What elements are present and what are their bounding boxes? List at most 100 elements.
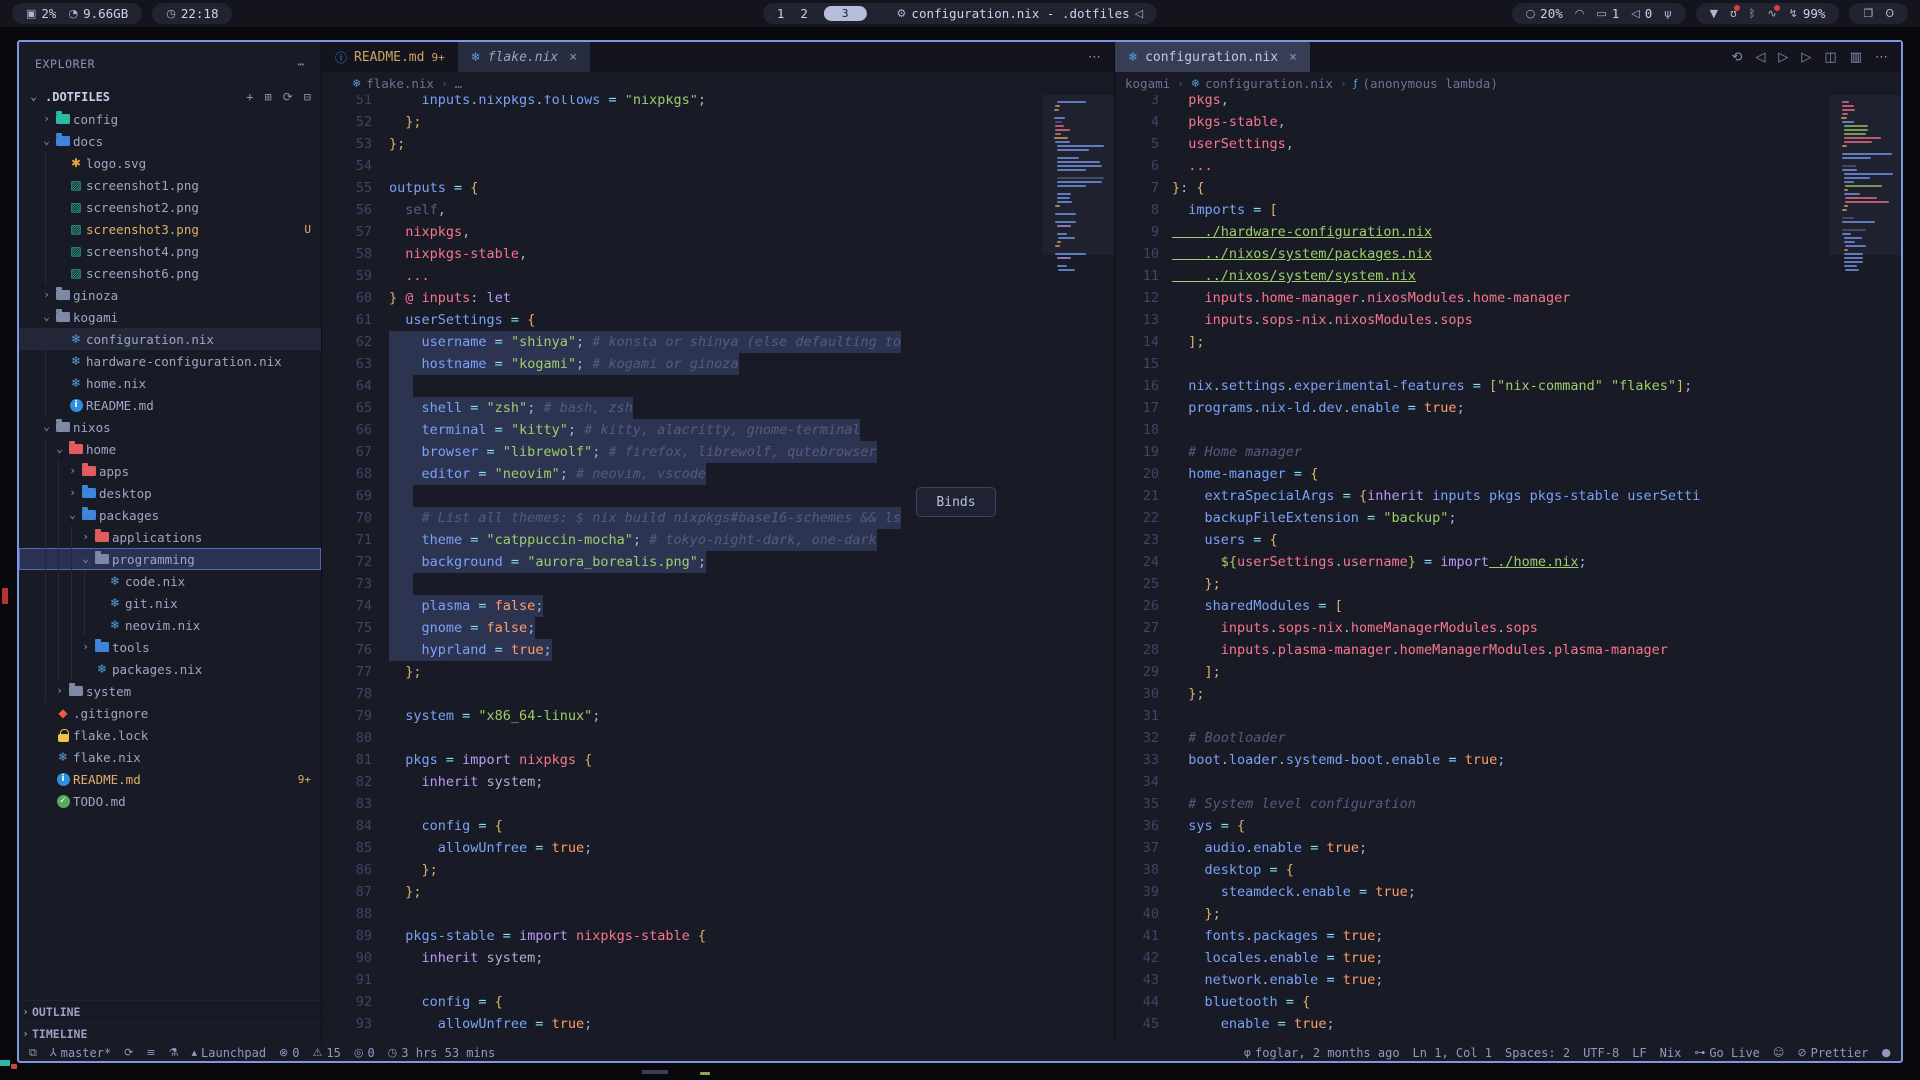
tree-item-README.md[interactable]: iREADME.md9+ bbox=[19, 768, 321, 790]
calendar-icon[interactable]: ◷ bbox=[166, 7, 176, 20]
tree-item-home.nix[interactable]: ❄home.nix bbox=[19, 372, 321, 394]
workspace-1[interactable]: 1 bbox=[777, 6, 785, 21]
workspace-2[interactable]: 2 bbox=[800, 6, 808, 21]
more-actions-icon[interactable]: ⋯ bbox=[1088, 50, 1101, 65]
status-bell-icon[interactable]: ● bbox=[1881, 1046, 1891, 1059]
power-icon[interactable]: ʘ bbox=[1885, 7, 1894, 20]
status-nix[interactable]: Nix bbox=[1660, 1046, 1682, 1060]
status-sync-icon[interactable]: ⟳ bbox=[124, 1046, 133, 1059]
status-beaker-icon[interactable]: ⚗ bbox=[169, 1046, 179, 1059]
status-lf[interactable]: LF bbox=[1632, 1046, 1646, 1060]
code-editor[interactable]: 51 inputs.nixpkgs.follows = "nixpkgs";52… bbox=[322, 95, 1114, 1044]
breadcrumb-item[interactable]: kogami bbox=[1125, 76, 1170, 91]
status-launchpad[interactable]: ▴Launchpad bbox=[191, 1046, 266, 1060]
mic-icon[interactable]: ψ bbox=[1664, 7, 1671, 20]
refresh-icon[interactable]: ⟳ bbox=[283, 90, 293, 104]
tree-item-screenshot6.png[interactable]: ▨screenshot6.png bbox=[19, 262, 321, 284]
prev-change-icon[interactable]: ◁ bbox=[1755, 50, 1765, 65]
power-plug-icon[interactable]: ↯ bbox=[1789, 7, 1798, 20]
layout-icon[interactable]: ▥ bbox=[1850, 50, 1862, 65]
history-icon[interactable]: ⟲ bbox=[1732, 50, 1743, 65]
tree-item-screenshot3.png[interactable]: ▨screenshot3.pngU bbox=[19, 218, 321, 240]
send-icon[interactable]: ◁ bbox=[1135, 7, 1143, 20]
tree-item-logo.svg[interactable]: ✱logo.svg bbox=[19, 152, 321, 174]
more-actions-icon[interactable]: ⋯ bbox=[1875, 50, 1888, 65]
status-master-[interactable]: ⅄master* bbox=[50, 1046, 111, 1060]
next-change-icon[interactable]: ▷ bbox=[1778, 50, 1788, 65]
tree-item-configuration.nix[interactable]: ❄configuration.nix bbox=[19, 328, 321, 350]
status-go-live[interactable]: ⊶Go Live bbox=[1694, 1046, 1760, 1060]
code-editor[interactable]: 3 pkgs,4 pkgs-stable,5 userSettings,6 ..… bbox=[1115, 95, 1901, 1044]
tree-item-config[interactable]: ›config bbox=[19, 108, 321, 130]
cpu-icon[interactable]: ▣ bbox=[26, 7, 36, 20]
brightness-icon[interactable]: ○ bbox=[1526, 7, 1536, 20]
bluetooth-icon[interactable]: ᛒ bbox=[1749, 7, 1756, 20]
wifi-icon[interactable]: ◠ bbox=[1575, 7, 1585, 20]
breadcrumb-item[interactable]: ƒ(anonymous lambda) bbox=[1354, 76, 1498, 91]
tree-item-system[interactable]: ›system bbox=[19, 680, 321, 702]
status-spaces-2[interactable]: Spaces: 2 bbox=[1505, 1046, 1570, 1060]
new-file-icon[interactable]: + bbox=[246, 90, 253, 104]
tree-item-screenshot2.png[interactable]: ▨screenshot2.png bbox=[19, 196, 321, 218]
status-list-tree-icon[interactable]: ≡ bbox=[146, 1046, 155, 1059]
minimap-slider[interactable] bbox=[1042, 95, 1114, 255]
breadcrumb-item[interactable]: ❄flake.nix bbox=[352, 76, 434, 91]
memory-icon[interactable]: ◔ bbox=[68, 7, 78, 20]
outline-section[interactable]: › OUTLINE bbox=[19, 1000, 321, 1022]
tree-item-packages[interactable]: ⌄packages bbox=[19, 504, 321, 526]
tree-item-apps[interactable]: ›apps bbox=[19, 460, 321, 482]
status-foglar-2-months-ago[interactable]: φfoglar, 2 months ago bbox=[1244, 1046, 1400, 1060]
explorer-more-icon[interactable]: ⋯ bbox=[297, 57, 305, 71]
new-folder-icon[interactable]: ⊞ bbox=[264, 90, 271, 104]
tab-configuration.nix[interactable]: ❄configuration.nix× bbox=[1115, 42, 1310, 72]
tree-item-tools[interactable]: ›tools bbox=[19, 636, 321, 658]
clipboard-icon[interactable]: ❐ bbox=[1863, 7, 1873, 20]
minimap-slider[interactable] bbox=[1829, 95, 1901, 255]
tree-item-flake.lock[interactable]: flake.lock bbox=[19, 724, 321, 746]
tree-item-applications[interactable]: ›applications bbox=[19, 526, 321, 548]
tree-item-ginoza[interactable]: ›ginoza bbox=[19, 284, 321, 306]
volume-muted-icon[interactable]: ◁ bbox=[1631, 7, 1639, 20]
breadcrumb-item[interactable]: … bbox=[455, 76, 463, 91]
tree-item-programming[interactable]: ⌄programming bbox=[19, 548, 321, 570]
tree-item-neovim.nix[interactable]: ❄neovim.nix bbox=[19, 614, 321, 636]
status-0[interactable]: ⊗0 bbox=[279, 1046, 299, 1060]
vpn-icon[interactable]: ▼ bbox=[1710, 7, 1718, 20]
tree-item-hardware-configuration.nix[interactable]: ❄hardware-configuration.nix bbox=[19, 350, 321, 372]
minimap[interactable] bbox=[1829, 95, 1901, 1044]
tree-item-packages.nix[interactable]: ❄packages.nix bbox=[19, 658, 321, 680]
split-editor-icon[interactable]: ◫ bbox=[1824, 50, 1836, 65]
status-feedback-icon[interactable]: ☺ bbox=[1773, 1046, 1784, 1059]
tree-item-kogami[interactable]: ⌄kogami bbox=[19, 306, 321, 328]
tab-README.md[interactable]: ⓘREADME.md9+ bbox=[322, 42, 458, 72]
breadcrumb[interactable]: ❄flake.nix›… bbox=[322, 72, 1114, 95]
run-icon[interactable]: ▷ bbox=[1801, 50, 1811, 65]
tree-item-screenshot1.png[interactable]: ▨screenshot1.png bbox=[19, 174, 321, 196]
tree-item-docs[interactable]: ⌄docs bbox=[19, 130, 321, 152]
collapse-all-icon[interactable]: ⊟ bbox=[304, 90, 311, 104]
status-15[interactable]: ⚠15 bbox=[313, 1046, 341, 1060]
tree-item-.gitignore[interactable]: ◆.gitignore bbox=[19, 702, 321, 724]
tree-item-nixos[interactable]: ⌄nixos bbox=[19, 416, 321, 438]
status-utf-8[interactable]: UTF-8 bbox=[1583, 1046, 1619, 1060]
status-ln-1-col-1[interactable]: Ln 1, Col 1 bbox=[1413, 1046, 1492, 1060]
status-3-hrs-53-mins[interactable]: ◷3 hrs 53 mins bbox=[388, 1046, 496, 1060]
close-icon[interactable]: × bbox=[1289, 50, 1297, 65]
close-icon[interactable]: × bbox=[569, 50, 577, 65]
tree-item-desktop[interactable]: ›desktop bbox=[19, 482, 321, 504]
tree-item-README.md[interactable]: iREADME.md bbox=[19, 394, 321, 416]
tab-flake.nix[interactable]: ❄flake.nix× bbox=[458, 42, 590, 72]
minimap[interactable] bbox=[1042, 95, 1114, 1044]
workspace-3[interactable]: 3 bbox=[824, 6, 867, 21]
tree-item-code.nix[interactable]: ❄code.nix bbox=[19, 570, 321, 592]
tree-item-TODO.md[interactable]: ✓TODO.md bbox=[19, 790, 321, 812]
device-battery-icon[interactable]: ▭ bbox=[1596, 7, 1606, 20]
tree-item-flake.nix[interactable]: ❄flake.nix bbox=[19, 746, 321, 768]
timeline-section[interactable]: › TIMELINE bbox=[19, 1022, 321, 1044]
explorer-root[interactable]: ⌄ .DOTFILES +⊞⟳⊟ bbox=[19, 86, 321, 108]
tree-item-git.nix[interactable]: ❄git.nix bbox=[19, 592, 321, 614]
status-remote-icon[interactable]: ⧉ bbox=[29, 1046, 37, 1060]
breadcrumb[interactable]: kogami›❄configuration.nix›ƒ(anonymous la… bbox=[1115, 72, 1901, 95]
tree-item-screenshot4.png[interactable]: ▨screenshot4.png bbox=[19, 240, 321, 262]
status-0[interactable]: ◎0 bbox=[354, 1046, 375, 1060]
